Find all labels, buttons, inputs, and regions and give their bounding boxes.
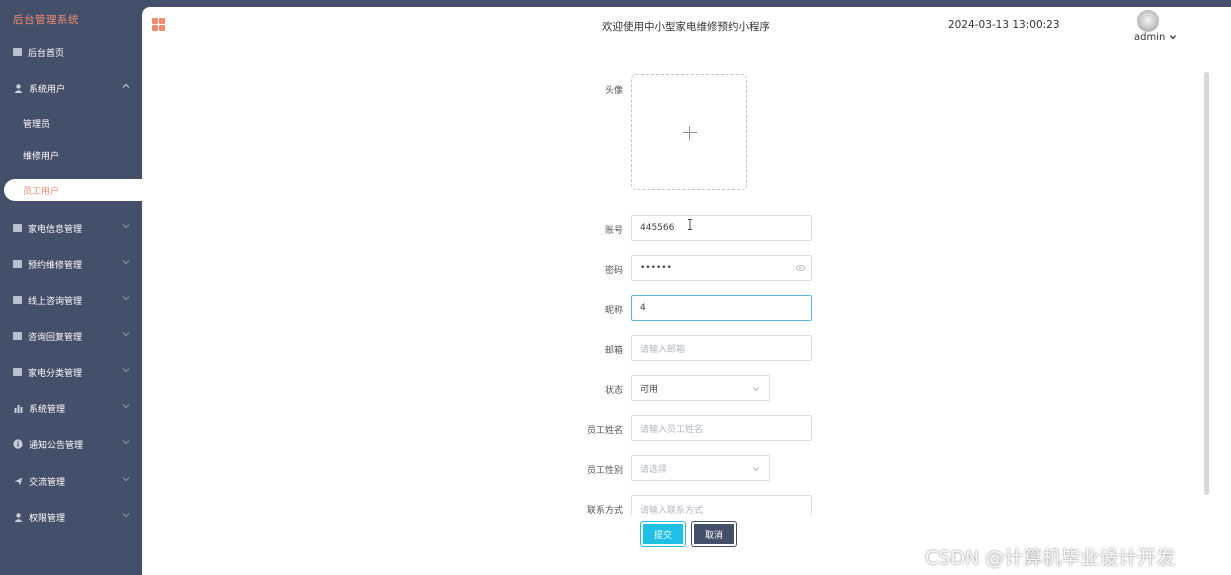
status-value: 可用 (640, 384, 659, 395)
sidebar-item-label: 系统用户 (29, 84, 66, 95)
chevron-down-icon (122, 260, 130, 265)
list-icon (13, 224, 22, 232)
sidebar-item-label: 通知公告管理 (29, 440, 84, 451)
status-select[interactable]: 可用 (631, 375, 770, 401)
account-label: 账号 (604, 226, 623, 236)
sidebar-item-repair-users[interactable]: 维修用户 (0, 140, 142, 170)
employee-gender-label: 员工性别 (586, 466, 623, 476)
employee-name-label: 员工姓名 (586, 426, 623, 436)
plus-icon (683, 132, 697, 133)
chevron-down-icon (122, 404, 130, 409)
sidebar-item-label: 维修用户 (23, 151, 60, 162)
sidebar-item-communication[interactable]: 交流管理 (0, 466, 142, 496)
info-icon (13, 439, 23, 449)
avatar-label: 头像 (604, 86, 623, 96)
text-cursor-icon (688, 219, 692, 230)
employee-name-placeholder: 请输入员工姓名 (640, 424, 704, 435)
sidebar-item-notice[interactable]: 通知公告管理 (0, 429, 142, 459)
sidebar-item-label: 咨询回复管理 (28, 332, 83, 343)
password-value: •••••• (640, 263, 672, 273)
chevron-down-icon (122, 513, 130, 518)
sidebar-item-system-manage[interactable]: 系统管理 (0, 393, 142, 423)
account-value: 445566 (640, 223, 675, 233)
user-icon (13, 83, 23, 93)
send-icon (13, 476, 23, 486)
chevron-down-icon (122, 224, 130, 229)
sidebar-item-label: 家电分类管理 (28, 368, 83, 379)
cancel-button[interactable]: 取消 (692, 522, 736, 546)
list-icon (13, 260, 22, 268)
contact-field[interactable]: 请输入联系方式 (631, 495, 812, 516)
user-icon (13, 512, 23, 522)
avatar-upload[interactable] (631, 74, 747, 190)
monitor-icon (13, 48, 22, 56)
sidebar-item-repair-booking[interactable]: 预约维修管理 (0, 249, 142, 279)
sidebar: 后台管理系统 后台首页 系统用户 管理员 维修用户 员工用户 家电信息管理 预约… (0, 0, 149, 575)
chevron-down-icon (752, 467, 760, 472)
email-field[interactable]: 请输入邮箱 (631, 335, 812, 361)
chevron-down-icon (122, 477, 130, 482)
password-field[interactable]: •••••• (631, 255, 812, 281)
sidebar-item-online-consult[interactable]: 线上咨询管理 (0, 285, 142, 315)
sidebar-item-permission[interactable]: 权限管理 (0, 502, 142, 532)
welcome-text: 欢迎使用中小型家电维修预约小程序 (602, 21, 770, 33)
chevron-up-icon (122, 83, 130, 88)
nickname-field[interactable]: 4 (631, 295, 812, 321)
chevron-down-icon (122, 368, 130, 373)
sidebar-item-appliance-info[interactable]: 家电信息管理 (0, 213, 142, 243)
chevron-down-icon (1169, 35, 1176, 40)
sidebar-item-admin[interactable]: 管理员 (0, 108, 142, 138)
user-menu[interactable]: admin (1134, 32, 1176, 43)
status-label: 状态 (604, 386, 623, 396)
sidebar-item-label: 预约维修管理 (28, 260, 83, 271)
main-panel: 欢迎使用中小型家电维修预约小程序 2024-03-13 13:00:23 adm… (142, 7, 1231, 575)
account-field[interactable]: 445566 (631, 215, 812, 241)
sidebar-item-label: 交流管理 (29, 477, 66, 488)
sidebar-item-label: 后台首页 (28, 48, 65, 59)
scrollbar[interactable] (1204, 72, 1209, 495)
list-icon (13, 368, 22, 376)
nickname-label: 昵称 (604, 306, 623, 316)
sidebar-item-label: 权限管理 (29, 513, 66, 524)
nickname-value: 4 (640, 303, 646, 313)
brand-title: 后台管理系统 (13, 14, 79, 26)
sidebar-item-label: 管理员 (23, 119, 51, 130)
list-icon (13, 296, 22, 304)
sidebar-item-consult-reply[interactable]: 咨询回复管理 (0, 321, 142, 351)
email-placeholder: 请输入邮箱 (640, 344, 686, 355)
avatar[interactable] (1137, 10, 1159, 32)
chevron-down-icon (122, 440, 130, 445)
watermark-text: CSDN @计算机毕业设计开发 (925, 547, 1176, 569)
eye-icon[interactable] (796, 265, 805, 271)
contact-placeholder: 请输入联系方式 (640, 506, 704, 516)
chevron-down-icon (122, 332, 130, 337)
submit-button[interactable]: 提交 (641, 522, 685, 546)
sidebar-item-label: 系统管理 (29, 404, 66, 415)
sidebar-item-home[interactable]: 后台首页 (0, 37, 142, 67)
sidebar-item-label: 员工用户 (23, 186, 60, 197)
employee-name-field[interactable]: 请输入员工姓名 (631, 415, 812, 441)
password-label: 密码 (604, 266, 623, 276)
chevron-down-icon (122, 296, 130, 301)
contact-label: 联系方式 (586, 506, 623, 516)
sidebar-item-system-users[interactable]: 系统用户 (0, 73, 142, 103)
list-icon (13, 332, 22, 340)
menu-grid-icon[interactable] (152, 18, 165, 31)
email-label: 邮箱 (604, 346, 623, 356)
bar-chart-icon (13, 403, 23, 413)
employee-gender-select[interactable]: 请选择 (631, 455, 770, 481)
sidebar-item-label: 线上咨询管理 (28, 296, 83, 307)
chevron-down-icon (752, 387, 760, 392)
sidebar-item-label: 家电信息管理 (28, 224, 83, 235)
employee-gender-placeholder: 请选择 (640, 464, 668, 475)
datetime-display: 2024-03-13 13:00:23 (948, 19, 1060, 31)
sidebar-item-appliance-category[interactable]: 家电分类管理 (0, 357, 142, 387)
username-label: admin (1134, 32, 1166, 43)
sidebar-item-staff-users[interactable]: 员工用户 (4, 179, 149, 201)
